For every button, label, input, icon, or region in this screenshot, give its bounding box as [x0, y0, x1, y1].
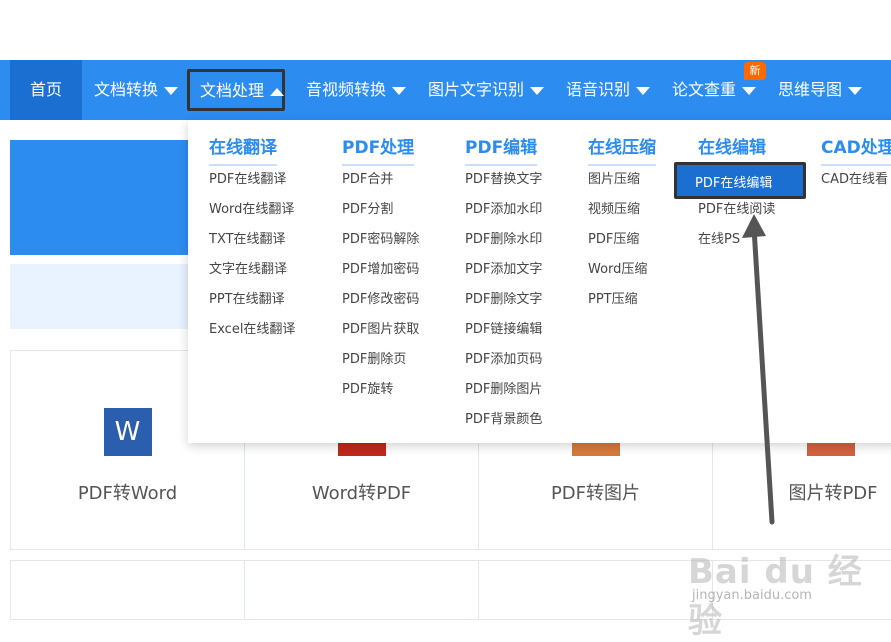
baidu-watermark: Bai du 经验 jingyan.baidu.com: [680, 520, 891, 641]
watermark-url: jingyan.baidu.com: [692, 588, 812, 603]
